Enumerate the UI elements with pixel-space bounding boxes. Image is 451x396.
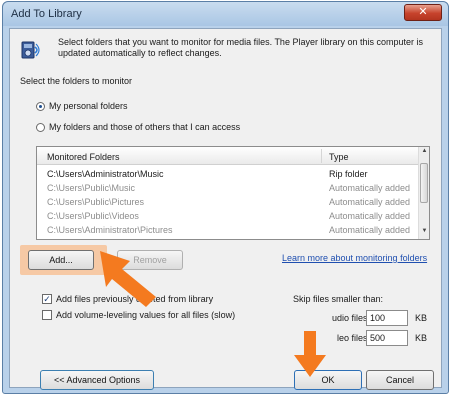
learn-more-link[interactable]: Learn more about monitoring folders xyxy=(282,253,427,263)
radio-personal-folders[interactable]: My personal folders xyxy=(36,101,128,111)
checkbox-volume-leveling[interactable]: Add volume-leveling values for all files… xyxy=(42,310,235,320)
monitored-folders-list[interactable]: Monitored Folders Type C:\Users\Administ… xyxy=(36,146,430,240)
add-button[interactable]: Add... xyxy=(28,250,94,270)
folder-path: C:\Users\Public\Videos xyxy=(47,211,139,221)
scroll-up-icon[interactable]: ▲ xyxy=(420,148,429,158)
folder-path: C:\Users\Public\Pictures xyxy=(47,197,145,207)
scroll-thumb[interactable] xyxy=(420,163,428,203)
table-row[interactable]: C:\Users\Administrator\Pictures Automati… xyxy=(37,223,420,237)
table-row[interactable]: C:\Users\Public\Music Automatically adde… xyxy=(37,181,420,195)
checkbox-label: Add volume-leveling values for all files… xyxy=(56,310,236,320)
column-header-type[interactable]: Type xyxy=(329,152,349,162)
folder-type: Automatically added xyxy=(329,183,411,193)
folder-path: C:\Users\Public\Music xyxy=(47,183,136,193)
skip-files-label: Skip files smaller than: xyxy=(293,294,384,304)
video-size-unit: KB xyxy=(415,333,428,343)
description-text: Select folders that you want to monitor … xyxy=(58,37,423,58)
scroll-down-icon[interactable]: ▼ xyxy=(420,228,429,238)
folder-path: C:\Users\Administrator\Music xyxy=(47,169,164,179)
folder-type: Automatically added xyxy=(329,225,411,235)
advanced-options-button[interactable]: << Advanced Options xyxy=(40,370,154,390)
library-speaker-icon xyxy=(21,41,40,59)
close-button[interactable]: ✕ xyxy=(404,4,442,21)
folder-type: Automatically added xyxy=(329,197,411,207)
list-header: Monitored Folders Type xyxy=(37,147,420,165)
column-divider[interactable] xyxy=(321,149,322,163)
dialog-body: Select folders that you want to monitor … xyxy=(9,28,442,390)
folder-path: C:\Users\Administrator\Pictures xyxy=(47,225,173,235)
folder-type: Rip folder xyxy=(329,169,368,179)
table-row[interactable]: C:\Users\Public\Pictures Automatically a… xyxy=(37,195,420,209)
table-row[interactable]: C:\Users\Public\Videos Automatically add… xyxy=(37,209,420,223)
radio-label: My folders and those of others that I ca… xyxy=(49,122,241,132)
audio-size-input[interactable]: 100 xyxy=(366,310,408,326)
video-size-input[interactable]: 500 xyxy=(366,330,408,346)
audio-size-unit: KB xyxy=(415,313,428,323)
pointer-arrow-icon xyxy=(294,331,326,377)
checkbox[interactable]: ✓ xyxy=(42,294,52,304)
checkbox[interactable] xyxy=(42,310,52,320)
radio-label: My personal folders xyxy=(49,101,128,111)
radio-all-folders[interactable]: My folders and those of others that I ca… xyxy=(36,122,240,132)
title-bar: Add To Library ✕ xyxy=(3,2,448,26)
add-to-library-dialog: Add To Library ✕ Select folders that you… xyxy=(2,1,449,394)
list-scrollbar[interactable]: ▲ ▼ xyxy=(418,147,429,239)
folder-type: Automatically added xyxy=(329,211,411,221)
dialog-title: Add To Library xyxy=(11,8,82,20)
radio-button[interactable] xyxy=(36,122,45,132)
audio-files-label: udio files: xyxy=(331,313,370,323)
radio-button[interactable] xyxy=(36,101,45,111)
select-folders-label: Select the folders to monitor xyxy=(20,76,133,86)
table-row[interactable]: C:\Users\Administrator\Music Rip folder xyxy=(37,167,420,181)
column-header-folders[interactable]: Monitored Folders xyxy=(47,152,120,162)
pointer-arrow-icon xyxy=(100,251,156,307)
cancel-button[interactable]: Cancel xyxy=(366,370,434,390)
